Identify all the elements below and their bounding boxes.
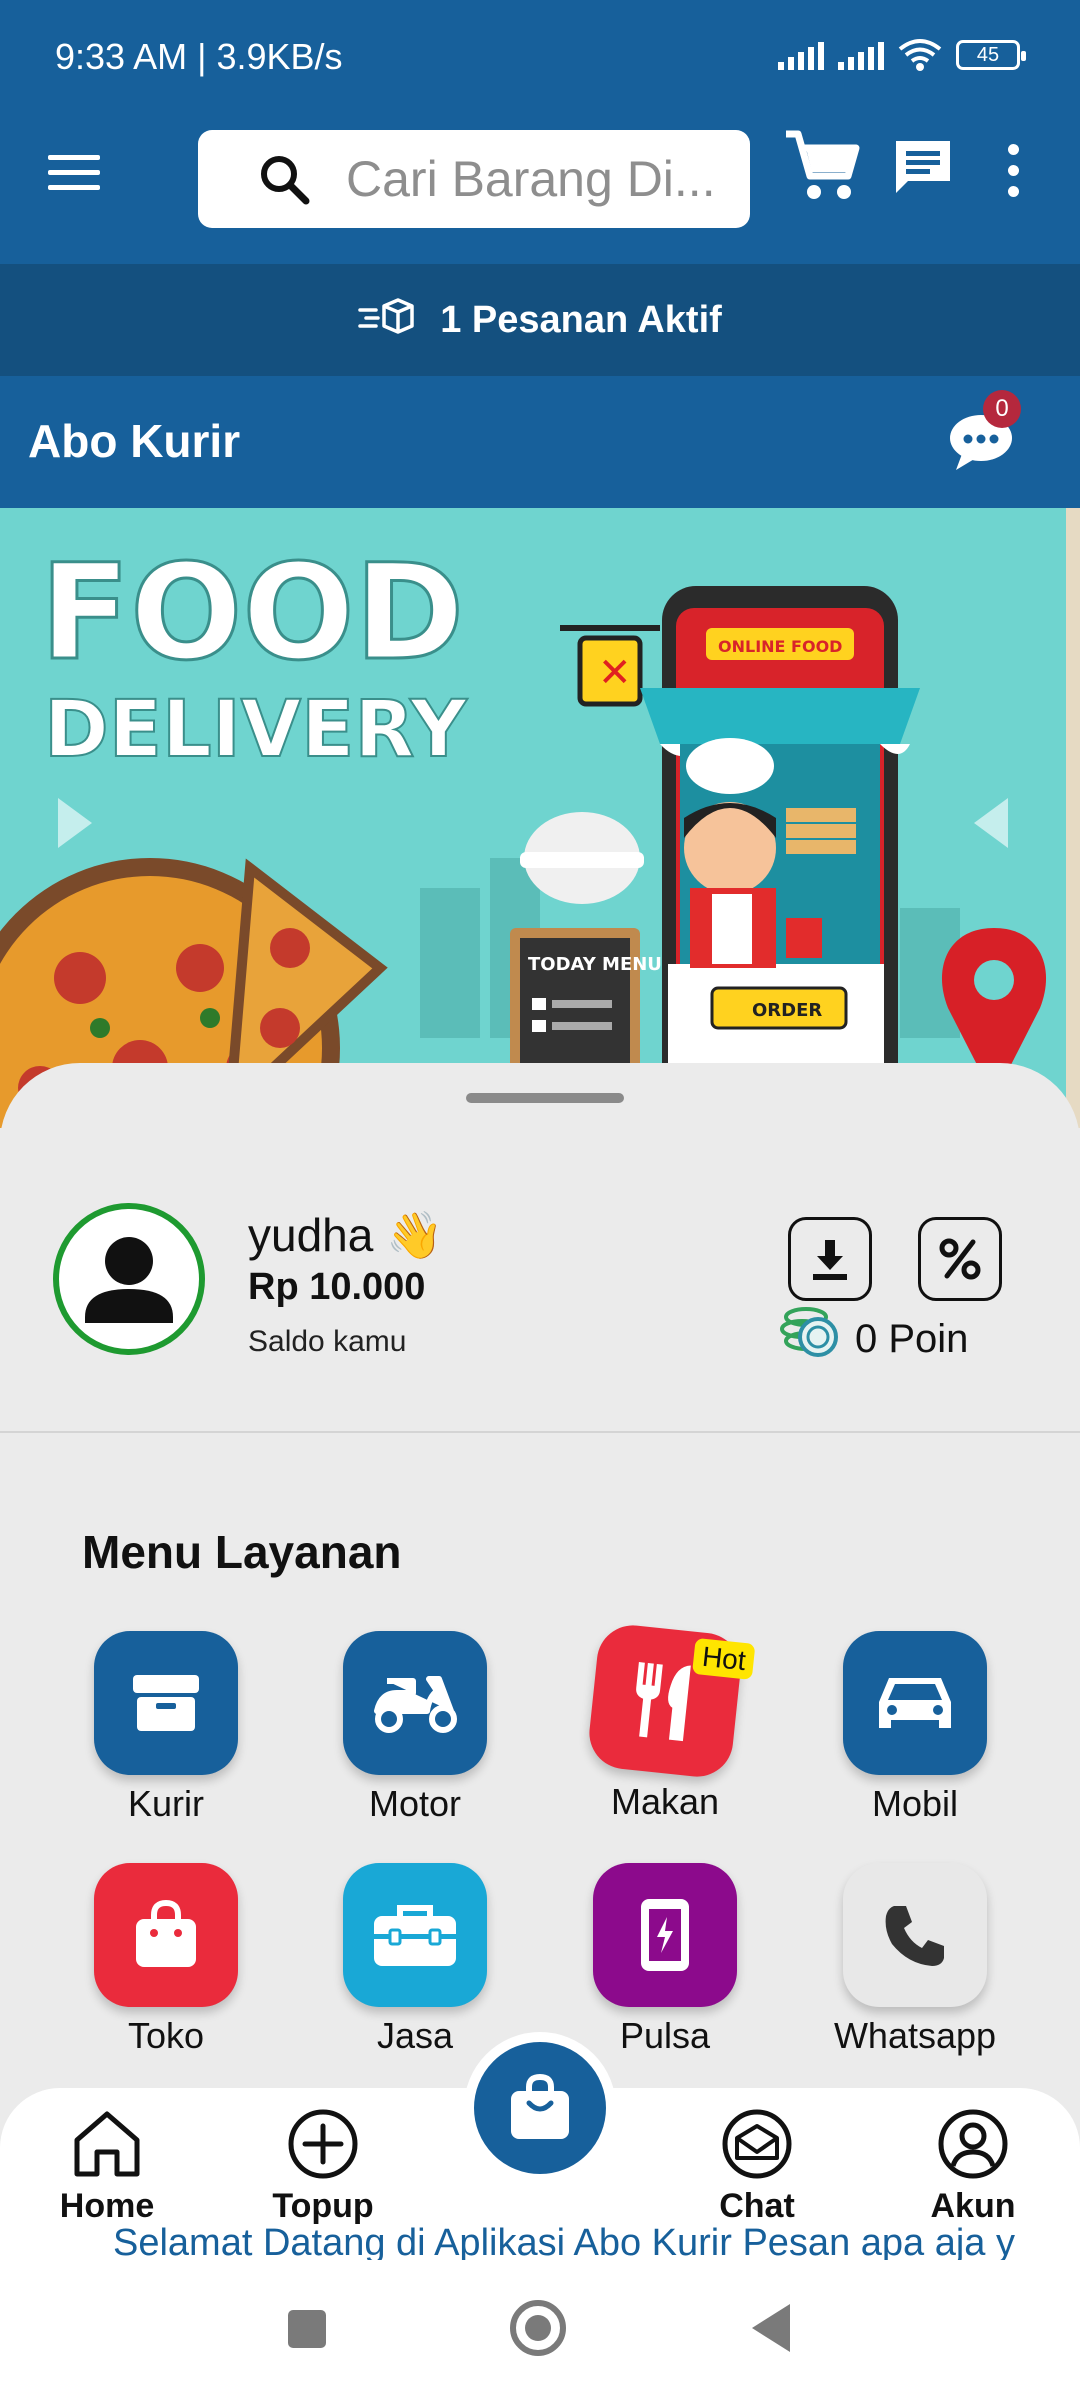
battery-icon: 45 [956, 40, 1026, 70]
service-label: Makan [610, 1781, 720, 1822]
service-toko[interactable]: Toko [76, 1863, 256, 2057]
status-bar: 9:33 AM | 3.9KB/s 45 [0, 0, 1080, 112]
service-pulsa-tile[interactable] [593, 1863, 737, 2007]
nav-home[interactable]: Home [32, 2106, 182, 2226]
coins-icon [780, 1307, 838, 1357]
car-icon [879, 1678, 951, 1728]
search-bar[interactable]: Cari Barang Di... [198, 130, 750, 228]
nav-chat-label: Chat [719, 2187, 795, 2225]
phone-icon [885, 1906, 944, 1966]
balance-label: Saldo kamu [248, 1325, 407, 1358]
next-banner-peek [1066, 508, 1080, 1128]
food-delivery-illustration: FOOD DELIVERY ✕ ONLINE FOOD ORDER TODAY … [0, 508, 1066, 1128]
recent-apps-button[interactable] [288, 2310, 326, 2348]
cart-icon[interactable] [782, 126, 862, 206]
search-placeholder: Cari Barang Di... [346, 151, 716, 207]
app-title: Abo Kurir [28, 415, 241, 467]
service-label: Kurir [127, 1783, 204, 1824]
hot-badge: Hot [692, 1637, 756, 1680]
welcome-marquee: Selamat Datang di Aplikasi Abo Kurir Pes… [113, 2222, 1015, 2264]
service-label: Whatsapp [833, 2015, 997, 2056]
service-whatsapp[interactable]: Whatsapp [825, 1863, 1005, 2057]
banner-order: ORDER [752, 1000, 822, 1021]
bottom-sheet: yudha 👋 Rp 10.000 Saldo kamu 0 Poin Menu… [0, 1063, 1080, 2093]
service-motor-tile[interactable] [343, 1631, 487, 1775]
download-icon [813, 1240, 847, 1280]
service-jasa[interactable]: Jasa [325, 1863, 505, 2057]
account-icon [938, 2109, 1008, 2179]
plus-circle-icon [288, 2109, 358, 2179]
chat-notification-badge: 0 [983, 390, 1021, 428]
status-time: 9:33 AM | 3.9KB/s [55, 36, 343, 77]
service-makan[interactable]: Hot Makan [575, 1621, 756, 1823]
svg-text:✕: ✕ [598, 650, 632, 696]
promo-banner[interactable]: FOOD DELIVERY ✕ ONLINE FOOD ORDER TODAY … [0, 508, 1066, 1128]
active-orders-bar[interactable]: 1 Pesanan Aktif [0, 264, 1080, 376]
package-icon [358, 298, 414, 334]
shop-fab-button[interactable] [464, 2032, 616, 2184]
system-navigation-bar [0, 2260, 1080, 2400]
service-pulsa[interactable]: Pulsa [575, 1863, 755, 2057]
service-mobil-tile[interactable] [843, 1631, 987, 1775]
service-label: Mobil [871, 1783, 959, 1824]
banner-board: TODAY MENU [528, 954, 662, 975]
shopping-bag-icon [511, 2073, 569, 2139]
nav-account-label: Akun [930, 2187, 1016, 2225]
toolbox-icon [374, 1905, 456, 1966]
nav-account[interactable]: Akun [898, 2106, 1048, 2226]
balance-amount: Rp 10.000 [248, 1266, 426, 1308]
points-label: 0 Poin [855, 1317, 969, 1361]
service-motor[interactable]: Motor [325, 1631, 505, 1825]
banner-sign: ONLINE FOOD [718, 637, 842, 656]
more-options-icon[interactable] [1008, 144, 1019, 207]
search-icon [261, 156, 310, 205]
status-icons: 45 [778, 38, 1026, 72]
sheet-drag-handle[interactable] [466, 1093, 624, 1103]
service-label: Jasa [376, 2015, 454, 2056]
service-kurir[interactable]: Kurir [76, 1631, 256, 1825]
service-label: Pulsa [619, 2015, 711, 2056]
download-button[interactable] [788, 1217, 872, 1301]
message-icon[interactable] [892, 137, 954, 199]
service-label: Motor [368, 1783, 462, 1824]
service-label: Toko [127, 2015, 205, 2056]
wifi-icon [898, 39, 942, 71]
banner-subheadline: DELIVERY [44, 685, 468, 775]
service-mobil[interactable]: Mobil [825, 1631, 1005, 1825]
nav-chat[interactable]: Chat [682, 2106, 832, 2226]
user-name: yudha 👋 [248, 1209, 444, 1261]
avatar[interactable] [53, 1203, 205, 1355]
home-icon [74, 2111, 140, 2177]
nav-home-label: Home [59, 2187, 155, 2225]
percent-icon [939, 1238, 981, 1280]
service-toko-tile[interactable] [94, 1863, 238, 2007]
box-icon [133, 1675, 199, 1731]
phone-charge-icon [641, 1899, 689, 1971]
service-kurir-tile[interactable] [94, 1631, 238, 1775]
shopping-bag-icon [136, 1899, 196, 1967]
scooter-icon [374, 1676, 457, 1733]
discount-button[interactable] [918, 1217, 1002, 1301]
services-title: Menu Layanan [82, 1526, 402, 1578]
system-back-button[interactable] [752, 2304, 790, 2352]
title-bar: Abo Kurir [0, 376, 1080, 508]
banner-headline: FOOD [40, 536, 464, 690]
user-icon [85, 1237, 173, 1323]
hamburger-menu-button[interactable] [48, 148, 108, 208]
signal-icon-2 [838, 40, 884, 70]
service-jasa-tile[interactable] [343, 1863, 487, 2007]
system-home-button[interactable] [510, 2300, 566, 2356]
nav-topup[interactable]: Topup [248, 2106, 398, 2226]
divider [0, 1431, 1080, 1433]
nav-topup-label: Topup [272, 2187, 374, 2225]
mail-open-icon [722, 2109, 792, 2179]
signal-icon [778, 40, 824, 70]
active-orders-label: 1 Pesanan Aktif [440, 298, 722, 341]
service-whatsapp-tile[interactable] [843, 1863, 987, 2007]
top-app-bar: Cari Barang Di... [0, 112, 1080, 264]
service-makan-tile[interactable]: Hot [585, 1621, 756, 1781]
